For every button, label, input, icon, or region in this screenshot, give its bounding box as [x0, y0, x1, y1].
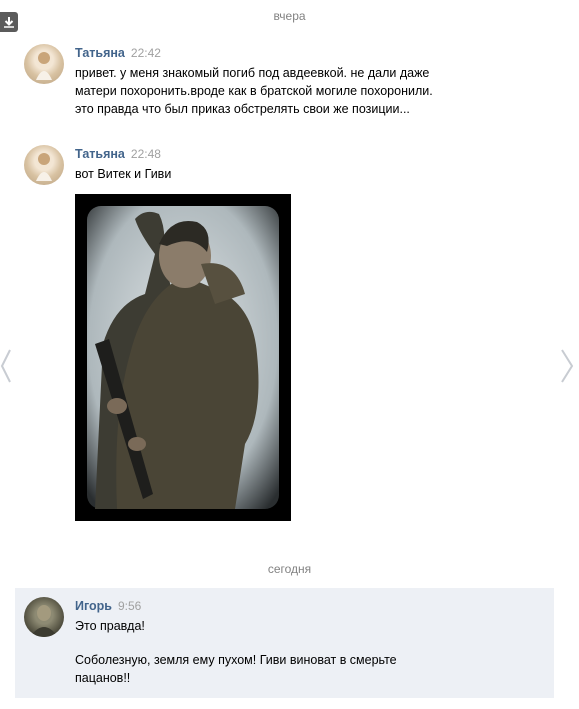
message-text: вот Витек и Гиви: [75, 165, 505, 183]
message-time: 9:56: [117, 599, 142, 613]
message-line: Это правда!: [75, 619, 145, 633]
photo-attachment[interactable]: [75, 194, 291, 521]
message-line: это правда что был приказ обстрелять сво…: [75, 102, 410, 116]
prev-arrow-icon[interactable]: [0, 348, 12, 384]
avatar-igor[interactable]: [24, 597, 64, 637]
message-line: матери похоронить.вроде как в братской м…: [75, 84, 433, 98]
message-line: Соболезную, земля ему пухом! Гиви винова…: [75, 653, 397, 667]
message-text: привет. у меня знакомый погиб под авдеев…: [75, 64, 505, 118]
message-author[interactable]: Татьяна 22:48: [75, 147, 161, 161]
avatar-image: [30, 605, 58, 637]
message-text: Это правда!: [75, 617, 505, 635]
avatar-image: [36, 52, 52, 80]
message-line: вот Витек и Гиви: [75, 167, 172, 181]
avatar-tatyana[interactable]: [24, 44, 64, 84]
message-line: привет. у меня знакомый погиб под авдеев…: [75, 66, 430, 80]
message-author[interactable]: Игорь 9:56: [75, 599, 141, 613]
photo-image: [87, 206, 279, 509]
message-time: 22:48: [130, 147, 161, 161]
author-name[interactable]: Татьяна: [75, 46, 125, 60]
message-author[interactable]: Татьяна 22:42: [75, 46, 161, 60]
message-line: пацанов!!: [75, 671, 131, 685]
date-separator-yesterday: вчера: [273, 9, 306, 23]
date-separator-today: сегодня: [267, 562, 312, 576]
message-text-2: Соболезную, земля ему пухом! Гиви винова…: [75, 651, 505, 687]
message-time: 22:42: [130, 46, 161, 60]
avatar-tatyana[interactable]: [24, 145, 64, 185]
author-name[interactable]: Татьяна: [75, 147, 125, 161]
next-arrow-icon[interactable]: [560, 348, 574, 384]
author-name[interactable]: Игорь: [75, 599, 112, 613]
avatar-image: [36, 153, 52, 181]
